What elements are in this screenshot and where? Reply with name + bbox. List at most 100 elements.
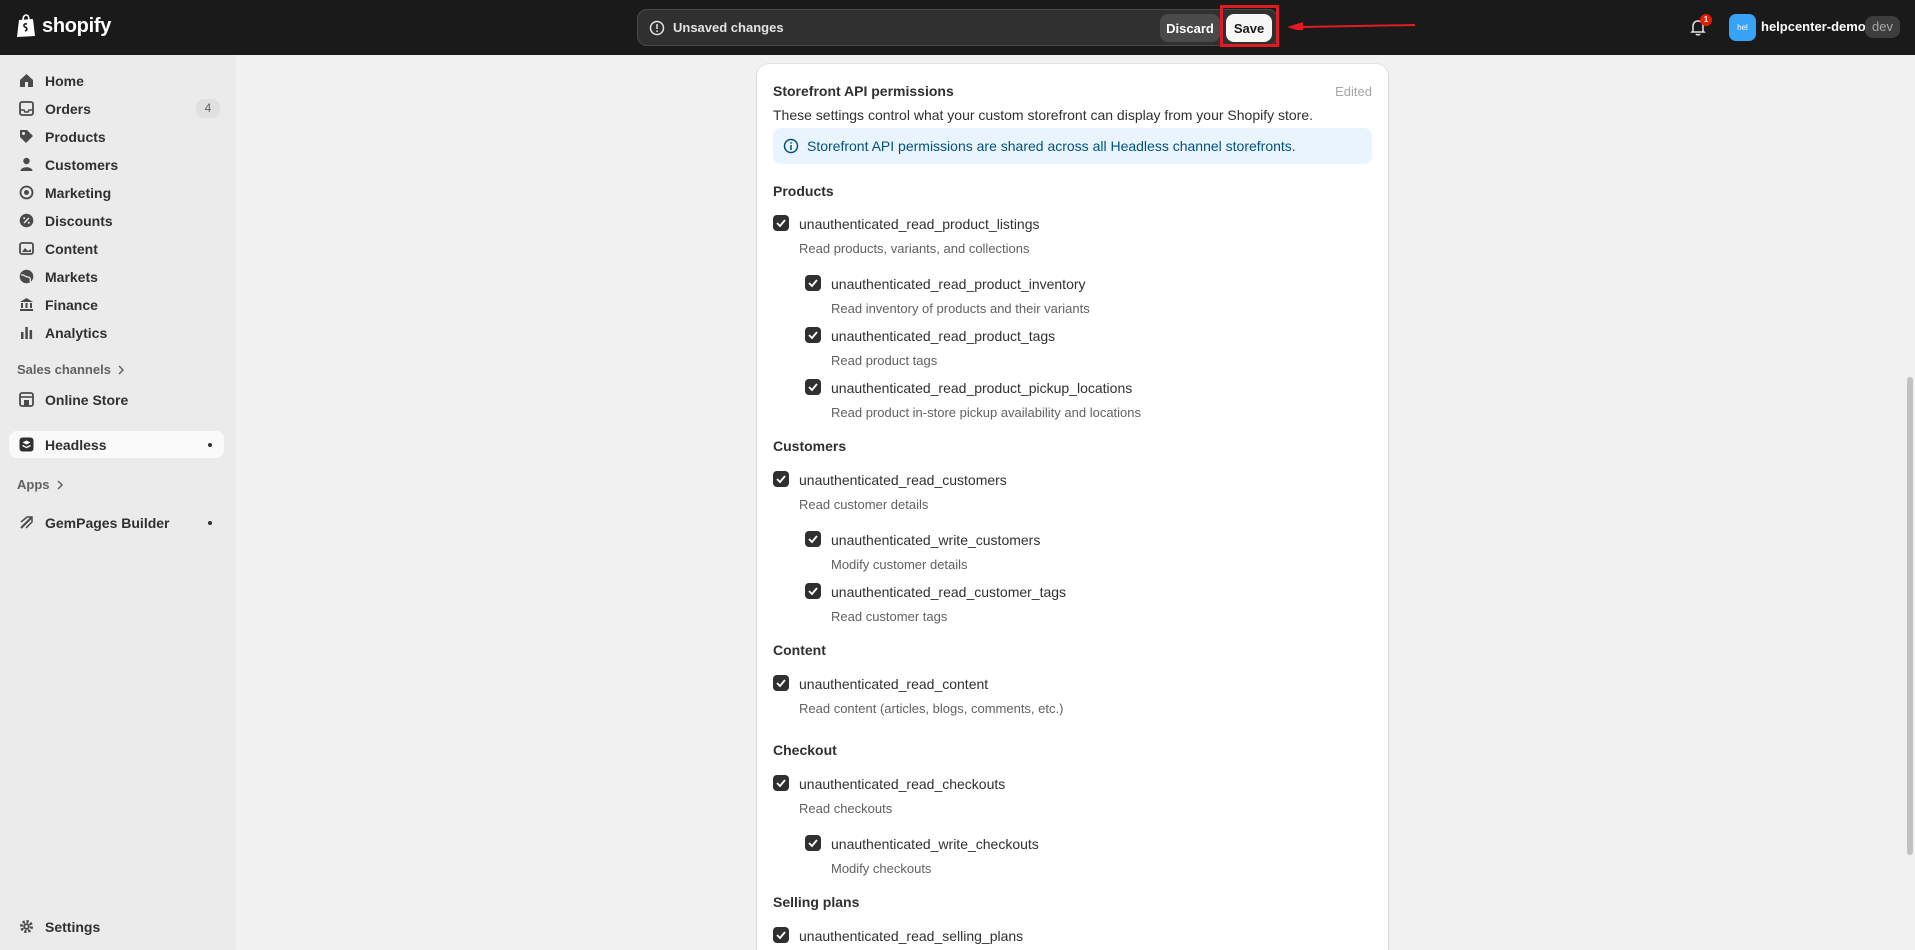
checkbox-checked[interactable]: [805, 583, 821, 599]
checkbox-checked[interactable]: [805, 835, 821, 851]
sidebar-item-label: Orders: [45, 101, 91, 117]
checkmark-icon: [808, 383, 818, 392]
headless-icon: [19, 437, 34, 452]
scrollbar-thumb[interactable]: [1907, 377, 1913, 855]
checkbox-checked[interactable]: [773, 471, 789, 487]
sidebar-item-label: Markets: [45, 269, 98, 285]
perm-desc: Read product tags: [831, 353, 938, 368]
perm-desc: Read content (articles, blogs, comments,…: [799, 701, 1064, 716]
card-title: Storefront API permissions: [773, 83, 954, 99]
discard-button[interactable]: Discard: [1160, 14, 1220, 42]
checkbox-checked[interactable]: [805, 327, 821, 343]
shopify-logo[interactable]: shopify: [16, 14, 111, 38]
info-banner-text: Storefront API permissions are shared ac…: [807, 138, 1296, 154]
group-products-heading: Products: [773, 183, 834, 199]
info-banner: Storefront API permissions are shared ac…: [773, 128, 1372, 164]
chart-bar-icon: [21, 327, 33, 339]
sidebar-item-label: Content: [45, 241, 98, 257]
orders-count-badge: 4: [196, 99, 220, 118]
sales-channels-header[interactable]: Sales channels: [17, 362, 125, 377]
sidebar-item-markets[interactable]: Markets: [9, 263, 224, 290]
checkbox-checked[interactable]: [773, 775, 789, 791]
checkbox-checked[interactable]: [773, 675, 789, 691]
info-icon: [783, 138, 799, 154]
sidebar-item-label: Analytics: [45, 325, 108, 341]
checkmark-icon: [776, 931, 786, 940]
sidebar-item-label: Discounts: [45, 213, 113, 229]
store-name[interactable]: helpcenter-demo: [1761, 19, 1866, 34]
perm-name: unauthenticated_read_product_inventory: [831, 276, 1086, 292]
perm-name: unauthenticated_read_checkouts: [799, 776, 1006, 792]
perm-name: unauthenticated_read_customers: [799, 472, 1007, 488]
sidebar-item-customers[interactable]: Customers: [9, 151, 224, 178]
perm-desc: Read product in-store pickup availabilit…: [831, 405, 1142, 420]
sidebar-item-orders[interactable]: Orders 4: [9, 95, 224, 122]
sidebar-item-label: Settings: [45, 919, 101, 935]
card-description: These settings control what your custom …: [773, 107, 1314, 123]
sidebar-item-discounts[interactable]: Discounts: [9, 207, 224, 234]
sidebar-item-label: Headless: [45, 437, 107, 453]
apps-label: Apps: [17, 477, 50, 492]
store-avatar[interactable]: hel: [1729, 14, 1756, 41]
logo-text: shopify: [42, 14, 112, 37]
perm-desc: Read customer details: [799, 497, 929, 512]
gear-icon: [20, 920, 33, 933]
apps-header[interactable]: Apps: [17, 477, 64, 492]
sidebar-item-marketing[interactable]: Marketing: [9, 179, 224, 206]
target-icon: [19, 185, 34, 200]
perm-name: unauthenticated_read_content: [799, 676, 989, 692]
globe-icon: [19, 269, 34, 284]
perm-name: unauthenticated_read_selling_plans: [799, 928, 1024, 944]
sidebar-item-content[interactable]: Content: [9, 235, 224, 262]
shopify-bag-icon: [17, 14, 35, 37]
perm-desc: Modify customer details: [831, 557, 968, 572]
dev-store-badge: dev: [1865, 16, 1900, 38]
person-icon: [20, 157, 33, 171]
perm-desc: Read inventory of products and their var…: [831, 301, 1090, 316]
sales-channels-label: Sales channels: [17, 362, 111, 377]
perm-desc: Read products, variants, and collections: [799, 241, 1030, 256]
perm-desc: Modify checkouts: [831, 861, 932, 876]
sidebar-item-online-store[interactable]: Online Store: [9, 386, 224, 413]
checkbox-checked[interactable]: [805, 379, 821, 395]
top-bar: shopify Unsaved changes Discard Save 1 h…: [0, 0, 1915, 55]
checkbox-checked[interactable]: [773, 927, 789, 943]
sidebar-item-headless[interactable]: Headless: [9, 431, 224, 458]
sidebar-item-settings[interactable]: Settings: [9, 913, 224, 940]
perm-name: unauthenticated_write_customers: [831, 532, 1041, 548]
edited-status: Edited: [1335, 84, 1372, 99]
gempages-icon: [20, 516, 33, 529]
checkmark-icon: [808, 839, 818, 848]
page-scrollbar[interactable]: [1905, 55, 1915, 950]
perm-name: unauthenticated_read_product_tags: [831, 328, 1056, 344]
checkmark-icon: [808, 331, 818, 340]
checkbox-checked[interactable]: [805, 531, 821, 547]
perm-desc: Read customer tags: [831, 609, 948, 624]
sidebar-item-label: Home: [45, 73, 84, 89]
group-content-heading: Content: [773, 642, 826, 658]
perm-name: unauthenticated_write_checkouts: [831, 836, 1039, 852]
sidebar-item-analytics[interactable]: Analytics: [9, 319, 224, 346]
perm-name: unauthenticated_read_product_pickup_loca…: [831, 380, 1133, 396]
perm-name: unauthenticated_read_customer_tags: [831, 584, 1067, 600]
sidebar-item-home[interactable]: Home: [9, 67, 224, 94]
notification-badge: 1: [1700, 14, 1712, 26]
save-highlight-box: [1220, 5, 1279, 47]
sidebar-item-label: Online Store: [45, 392, 129, 408]
checkmark-icon: [776, 779, 786, 788]
alert-circle-icon: [649, 20, 665, 36]
perm-desc: Read checkouts: [799, 801, 893, 816]
checkmark-icon: [808, 535, 818, 544]
checkbox-checked[interactable]: [773, 215, 789, 231]
storefront-icon: [19, 392, 34, 407]
image-icon: [19, 242, 34, 255]
checkmark-icon: [808, 279, 818, 288]
sidebar-item-finance[interactable]: Finance: [9, 291, 224, 318]
sidebar-item-label: Products: [45, 129, 106, 145]
sidebar-item-label: Marketing: [45, 185, 112, 201]
sidebar-item-gempages-builder[interactable]: GemPages Builder: [9, 509, 224, 536]
tag-icon: [20, 130, 33, 143]
checkbox-checked[interactable]: [805, 275, 821, 291]
sidebar-item-products[interactable]: Products: [9, 123, 224, 150]
group-selling-plans-heading: Selling plans: [773, 894, 860, 910]
